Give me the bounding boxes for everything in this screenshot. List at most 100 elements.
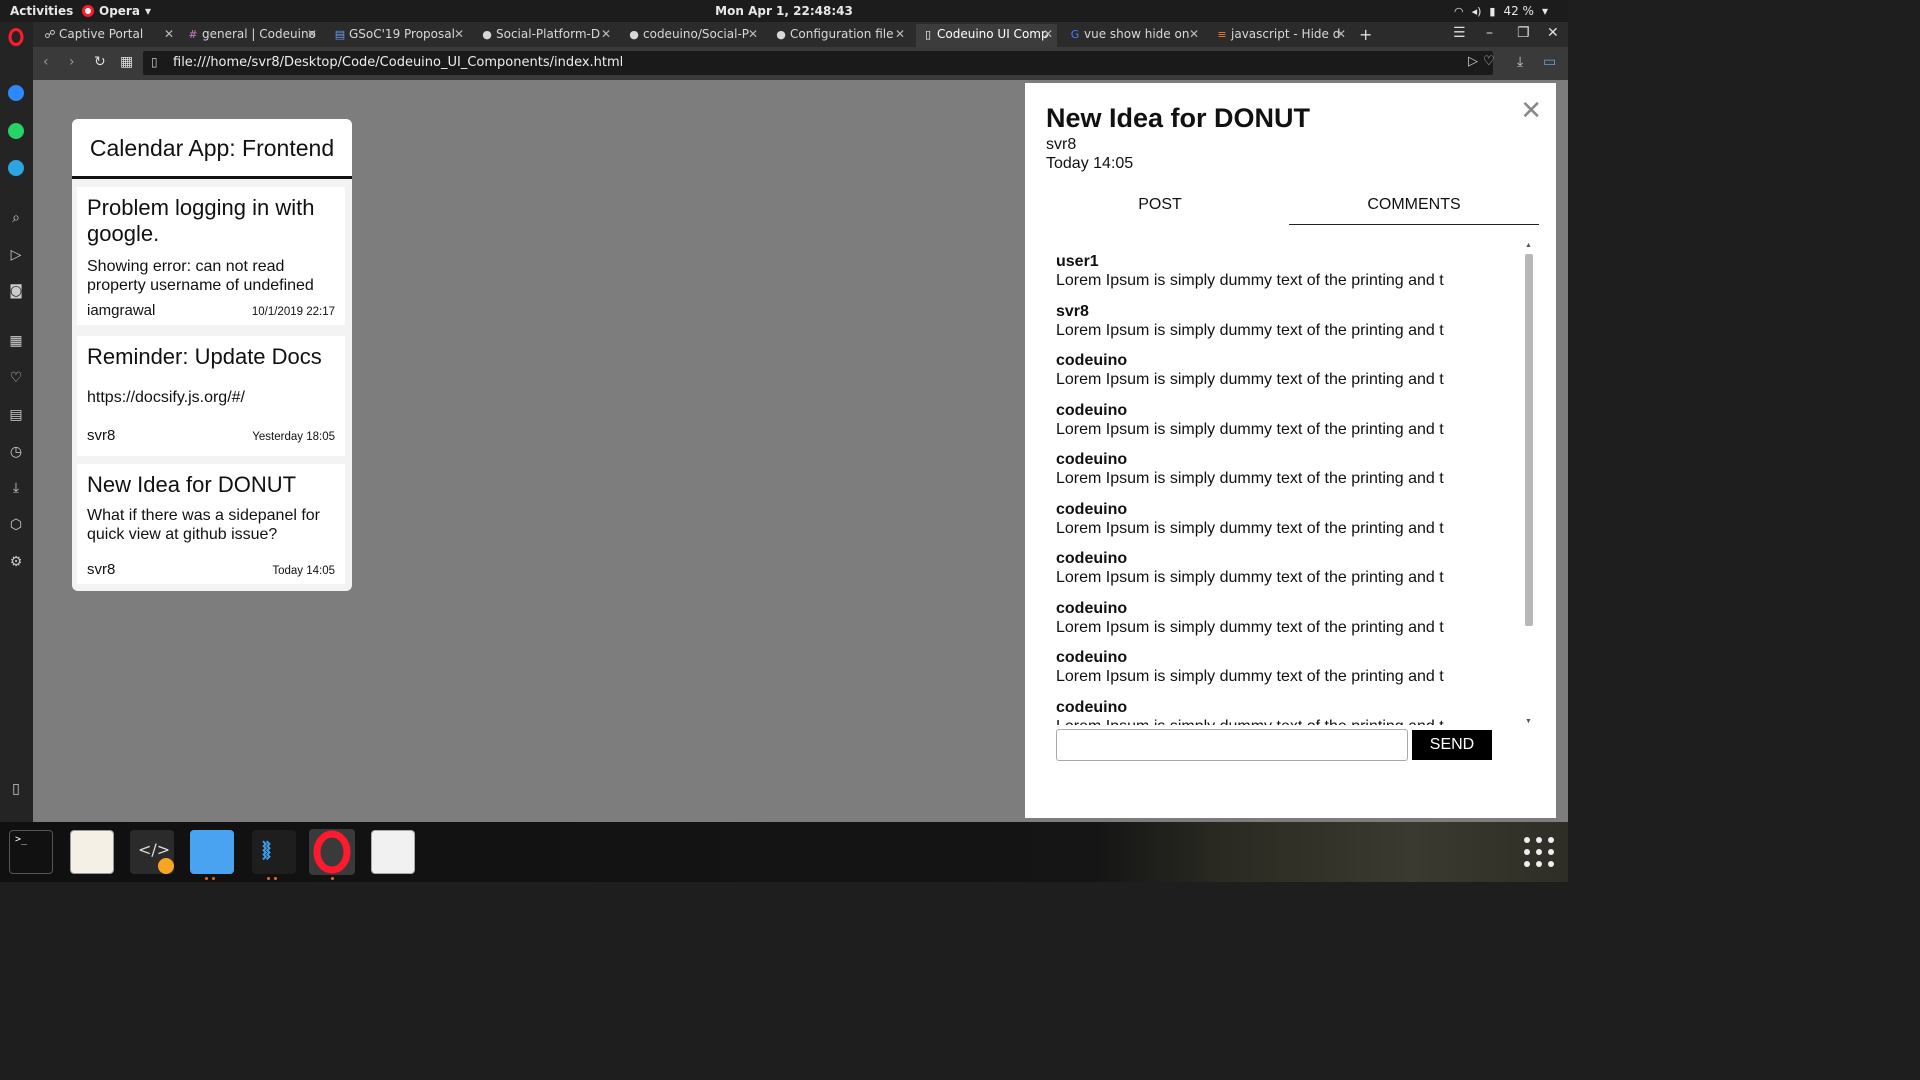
tab-javascript-hide[interactable]: ≡ javascript - Hide d ✕ xyxy=(1210,24,1350,47)
back-icon[interactable]: ‹ xyxy=(43,54,49,70)
opera-menu-icon[interactable] xyxy=(6,28,26,48)
clock[interactable]: Mon Apr 1, 22:48:43 xyxy=(0,4,1568,18)
bookmarks-heart-icon[interactable]: ♡ xyxy=(6,368,26,388)
tab-title: Codeuino UI Comp xyxy=(937,27,1049,41)
drawing-app-icon[interactable] xyxy=(371,830,415,874)
google-icon: G xyxy=(1070,28,1080,41)
whatsapp-icon[interactable] xyxy=(6,122,26,142)
tab-comments[interactable]: COMMENTS xyxy=(1289,195,1539,225)
github-icon: ● xyxy=(629,28,639,41)
camera-icon[interactable]: ◙ xyxy=(6,281,26,301)
app-menu-label: Opera xyxy=(99,4,140,18)
tab-general-codeuino[interactable]: # general | Codeuino ✕ xyxy=(181,24,321,47)
comment-text: Lorem Ipsum is simply dummy text of the … xyxy=(1056,272,1444,289)
tab-codeuino-ui-components[interactable]: ▯ Codeuino UI Comp ✕ xyxy=(916,24,1057,47)
close-tab-icon[interactable]: ✕ xyxy=(454,24,464,45)
vscode-icon[interactable]: ⧚ xyxy=(252,830,296,874)
tab-gsoc-proposal[interactable]: ▤ GSoC'19 Proposal ✕ xyxy=(328,24,468,47)
minimize-icon[interactable]: – xyxy=(1486,25,1493,41)
sublime-text-icon[interactable]: </> xyxy=(130,830,174,874)
tab-title: general | Codeuino xyxy=(202,27,316,41)
tab-title: Social-Platform-D xyxy=(496,27,601,41)
opera-icon[interactable] xyxy=(309,829,355,875)
card-date: Today 14:05 xyxy=(272,565,335,577)
telegram-icon[interactable] xyxy=(6,159,26,179)
terminal-icon[interactable]: >_ xyxy=(9,830,53,874)
stackoverflow-icon: ≡ xyxy=(1217,28,1227,41)
close-tab-icon[interactable]: ✕ xyxy=(748,24,758,45)
comment-text: Lorem Ipsum is simply dummy text of the … xyxy=(1056,371,1444,388)
system-tray[interactable]: ◠ ◂) ▮ 42 % ▾ xyxy=(1454,4,1548,18)
close-icon[interactable]: ✕ xyxy=(1520,95,1542,126)
close-window-icon[interactable]: ✕ xyxy=(1547,25,1559,41)
scroll-up-icon[interactable]: ▲ xyxy=(1525,242,1532,249)
issue-card[interactable]: New Idea for DONUT What if there was a s… xyxy=(77,464,345,584)
tab-post[interactable]: POST xyxy=(1035,195,1285,225)
comment-user: codeuino xyxy=(1056,699,1128,716)
issue-card[interactable]: Reminder: Update Docs https://docsify.js… xyxy=(77,336,345,456)
comment-input[interactable] xyxy=(1056,729,1408,761)
comment-item: codeuino Lorem Ipsum is simply dummy tex… xyxy=(1056,600,1444,638)
messenger-icon[interactable] xyxy=(6,84,26,104)
close-tab-icon[interactable]: ✕ xyxy=(1189,24,1199,45)
close-tab-icon[interactable]: ✕ xyxy=(895,24,905,45)
battery-saver-icon[interactable]: ▭ xyxy=(1543,54,1556,70)
close-tab-icon[interactable]: ✕ xyxy=(307,24,317,45)
card-date: 10/1/2019 22:17 xyxy=(251,306,335,318)
issue-card[interactable]: Problem logging in with google. Showing … xyxy=(77,187,345,325)
comment-user: codeuino xyxy=(1056,550,1128,567)
tab-vue-show-hide[interactable]: Gvue show hide on ✕ xyxy=(1063,24,1203,47)
tab-configuration-file[interactable]: ● Configuration file ✕ xyxy=(769,24,909,47)
comments-scrollbar[interactable]: ▲ ▼ xyxy=(1525,242,1533,726)
close-tab-icon[interactable]: ✕ xyxy=(1043,24,1053,45)
caret-down-icon: ▾ xyxy=(144,4,151,18)
settings-gear-icon[interactable]: ⚙ xyxy=(6,552,26,572)
finder-icon[interactable] xyxy=(190,830,234,874)
app-menu[interactable]: Opera ▾ xyxy=(82,4,151,18)
tab-captive-portal[interactable]: ☍ Captive Portal ✕ xyxy=(38,24,178,47)
search-icon[interactable]: ⌕ xyxy=(6,208,26,228)
close-tab-icon[interactable]: ✕ xyxy=(164,24,174,45)
downloads-icon[interactable]: ⤓ xyxy=(1517,54,1523,70)
comment-item: codeuino Lorem Ipsum is simply dummy tex… xyxy=(1056,402,1444,440)
comments-list[interactable]: user1 Lorem Ipsum is simply dummy text o… xyxy=(1045,243,1525,725)
show-applications-icon[interactable] xyxy=(1524,837,1554,867)
comment-text: Lorem Ipsum is simply dummy text of the … xyxy=(1056,569,1444,586)
activities-button[interactable]: Activities xyxy=(10,4,73,18)
history-clock-icon[interactable]: ◷ xyxy=(6,442,26,462)
battery-percent: 42 % xyxy=(1503,4,1534,18)
tab-codeuino-social-p[interactable]: ● codeuino/Social-P ✕ xyxy=(622,24,762,47)
forward-icon[interactable]: › xyxy=(69,54,75,70)
send-button[interactable]: SEND xyxy=(1412,730,1492,760)
scroll-down-icon[interactable]: ▼ xyxy=(1525,718,1532,725)
tab-social-platform-d[interactable]: ● Social-Platform-D ✕ xyxy=(475,24,615,47)
news-icon[interactable]: ▤ xyxy=(6,405,26,425)
tab-menu-icon[interactable]: ☰ xyxy=(1453,25,1466,41)
page-info-icon[interactable]: ▯ xyxy=(151,55,158,69)
speed-dial-icon[interactable]: ▦ xyxy=(6,331,26,351)
new-tab-icon[interactable]: + xyxy=(1359,25,1372,44)
send-icon[interactable]: ▷ xyxy=(6,245,26,265)
extensions-cube-icon[interactable]: ⬡ xyxy=(6,515,26,535)
tab-title: Captive Portal xyxy=(59,27,144,41)
tiles-icon[interactable]: ▦ xyxy=(120,54,133,70)
close-tab-icon[interactable]: ✕ xyxy=(601,24,611,45)
send-page-icon[interactable]: ▷ xyxy=(1468,54,1478,69)
bookmark-heart-icon[interactable]: ♡ xyxy=(1483,54,1495,69)
reload-icon[interactable]: ↻ xyxy=(94,54,106,70)
card-user: svr8 xyxy=(87,561,116,578)
page-viewport: Calendar App: Frontend Problem logging i… xyxy=(33,80,1568,822)
address-toolbar: ‹ › ↻ ▦ ▯ file:///home/svr8/Desktop/Code… xyxy=(33,47,1568,80)
sidebar-toggle-icon[interactable]: ▯ xyxy=(6,779,26,799)
maximize-icon[interactable]: ❐ xyxy=(1517,25,1530,41)
comment-text: Lorem Ipsum is simply dummy text of the … xyxy=(1056,619,1444,636)
board-title: Calendar App: Frontend xyxy=(72,119,352,179)
scrollbar-thumb[interactable] xyxy=(1525,254,1533,626)
close-tab-icon[interactable]: ✕ xyxy=(1336,24,1346,45)
card-date: Yesterday 18:05 xyxy=(252,431,335,443)
downloads-icon[interactable]: ⤓ xyxy=(6,478,26,498)
address-field[interactable]: ▯ file:///home/svr8/Desktop/Code/Codeuin… xyxy=(143,51,1495,75)
github-icon: ● xyxy=(482,28,492,41)
panel-date: Today 14:05 xyxy=(1046,155,1134,172)
text-editor-icon[interactable] xyxy=(70,830,114,874)
